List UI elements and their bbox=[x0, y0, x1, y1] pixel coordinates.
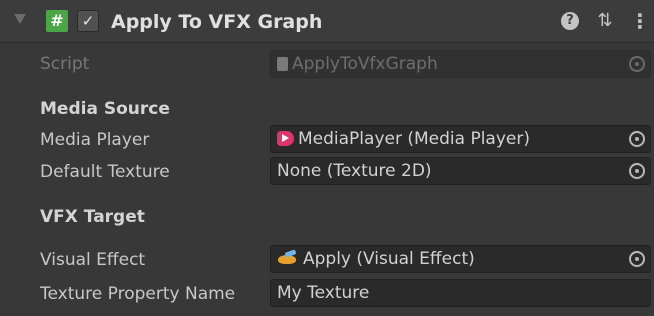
media-source-heading: Media Source bbox=[40, 99, 170, 119]
visual-effect-label: Visual Effect bbox=[40, 250, 146, 270]
triangle-down-icon[interactable] bbox=[14, 14, 26, 24]
help-icon[interactable]: ? bbox=[561, 12, 579, 30]
object-picker-icon[interactable] bbox=[629, 131, 645, 147]
object-picker-icon[interactable] bbox=[629, 163, 645, 179]
media-player-field[interactable]: MediaPlayer (Media Player) bbox=[270, 125, 651, 153]
media-player-field-content: MediaPlayer (Media Player) bbox=[277, 126, 530, 152]
default-texture-value: None (Texture 2D) bbox=[277, 161, 432, 181]
script-field: ApplyToVfxGraph bbox=[270, 50, 651, 78]
kebab-menu-icon[interactable]: ⋮ bbox=[630, 11, 650, 31]
component-title: Apply To VFX Graph bbox=[111, 11, 323, 33]
texture-property-name-input[interactable]: My Texture bbox=[270, 279, 651, 307]
object-picker-icon[interactable] bbox=[629, 251, 645, 267]
vfx-target-heading: VFX Target bbox=[40, 207, 145, 227]
media-player-value: MediaPlayer (Media Player) bbox=[298, 129, 530, 149]
texture-property-name-value: My Texture bbox=[277, 283, 370, 303]
inspector-component: # ✓ Apply To VFX Graph ? ⇅ ⋮ Script Appl… bbox=[0, 0, 654, 316]
object-picker-icon bbox=[629, 56, 645, 72]
script-field-content: ApplyToVfxGraph bbox=[277, 51, 438, 77]
script-value: ApplyToVfxGraph bbox=[292, 54, 438, 74]
visual-effect-field-content: Apply (Visual Effect) bbox=[277, 246, 475, 272]
presets-icon[interactable]: ⇅ bbox=[593, 11, 617, 31]
script-label: Script bbox=[40, 54, 90, 74]
visual-effect-icon bbox=[277, 250, 299, 266]
default-texture-field[interactable]: None (Texture 2D) bbox=[270, 157, 651, 185]
default-texture-label: Default Texture bbox=[40, 162, 170, 182]
csharp-script-icon: # bbox=[46, 10, 68, 32]
component-header[interactable]: # ✓ Apply To VFX Graph ? ⇅ ⋮ bbox=[0, 0, 654, 43]
enable-checkbox[interactable]: ✓ bbox=[77, 10, 99, 32]
media-player-icon bbox=[277, 131, 294, 146]
script-asset-icon bbox=[277, 57, 288, 71]
media-player-label: Media Player bbox=[40, 130, 150, 150]
texture-property-name-label: Texture Property Name bbox=[40, 284, 236, 304]
visual-effect-value: Apply (Visual Effect) bbox=[303, 249, 475, 269]
visual-effect-field[interactable]: Apply (Visual Effect) bbox=[270, 245, 651, 273]
